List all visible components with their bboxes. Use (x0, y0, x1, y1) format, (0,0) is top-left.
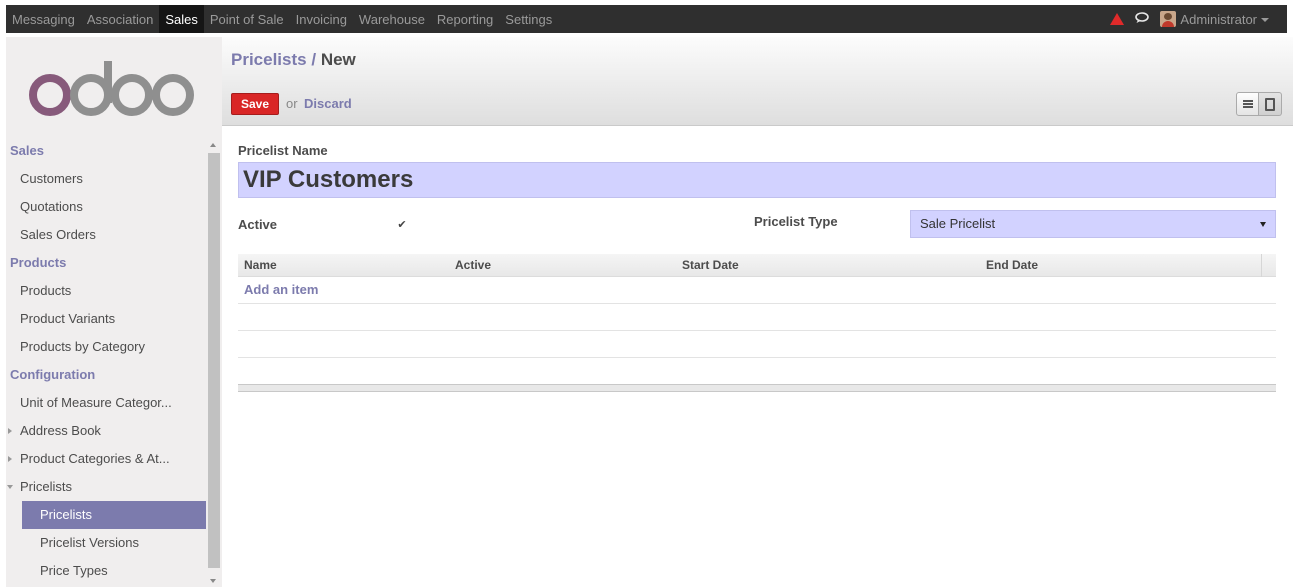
top-menu-invoicing[interactable]: Invoicing (290, 5, 353, 33)
control-panel: Pricelists / New Save or Discard (222, 37, 1293, 126)
sidebar-item-uom-categories[interactable]: Unit of Measure Categor... (6, 389, 206, 417)
user-avatar (1160, 11, 1177, 27)
sidebar-item-label: Pricelists (20, 479, 73, 494)
chat-bubble-svg (1135, 11, 1150, 23)
breadcrumb-current: New (320, 50, 356, 69)
breadcrumb: Pricelists / New (231, 50, 356, 70)
pricelist-type-label: Pricelist Type (754, 214, 838, 229)
scroll-up-arrow-icon[interactable] (210, 143, 216, 147)
sidebar-scrollbar-thumb[interactable] (208, 153, 220, 568)
table-header: Name Active Start Date End Date (238, 254, 1276, 277)
column-header-name[interactable]: Name (244, 254, 277, 276)
column-header-active[interactable]: Active (455, 254, 491, 276)
active-checkbox[interactable]: ✔ (397, 220, 407, 231)
active-label: Active (238, 217, 278, 232)
sidebar-item-pricelist-versions[interactable]: Pricelist Versions (6, 529, 206, 557)
or-text: or (286, 96, 298, 111)
top-bar-inner: Messaging Association Sales Point of Sal… (6, 5, 1287, 33)
sidebar-item-quotations[interactable]: Quotations (6, 193, 206, 221)
table-row (238, 331, 1276, 358)
view-switcher (1236, 92, 1282, 116)
user-name: Administrator (1180, 11, 1257, 27)
sidebar-item-address-book[interactable]: Address Book (6, 417, 206, 445)
caret-down-icon (1261, 18, 1269, 22)
sidebar-menu: Sales Customers Quotations Sales Orders … (6, 137, 206, 585)
sidebar-section-products: Products (10, 255, 67, 270)
pricelist-type-value: Sale Pricelist (920, 216, 996, 231)
sidebar-item-pricelists-group[interactable]: Pricelists (6, 473, 206, 501)
top-menu-warehouse[interactable]: Warehouse (353, 5, 431, 33)
column-divider (1261, 254, 1262, 277)
sidebar-item-products[interactable]: Products (6, 277, 206, 305)
sidebar-item-product-categories[interactable]: Product Categories & At... (6, 445, 206, 473)
top-menu-point-of-sale[interactable]: Point of Sale (204, 5, 290, 33)
pricelist-form: Pricelist Name VIP Customers Active ✔ Pr… (222, 126, 1293, 587)
versions-table: Name Active Start Date End Date Add an i… (238, 254, 1276, 392)
add-item-link[interactable]: Add an item (244, 282, 318, 297)
dropdown-arrow-icon (1260, 222, 1266, 227)
sidebar-item-customers[interactable]: Customers (6, 165, 206, 193)
top-menu-reporting[interactable]: Reporting (431, 5, 499, 33)
breadcrumb-separator: / (311, 50, 317, 69)
column-header-end-date[interactable]: End Date (986, 254, 1038, 276)
breadcrumb-parent-link[interactable]: Pricelists (231, 50, 307, 69)
top-right-area: Administrator (1110, 5, 1287, 33)
collapse-arrow-icon (7, 485, 13, 489)
sidebar-section-sales: Sales (10, 143, 44, 158)
form-view-button[interactable] (1259, 92, 1282, 116)
discard-link[interactable]: Discard (304, 96, 352, 111)
pricelist-type-select[interactable]: Sale Pricelist (910, 210, 1276, 238)
expand-arrow-icon (8, 456, 12, 462)
sidebar-item-pricelists[interactable]: Pricelists (22, 501, 206, 529)
top-menu: Messaging Association Sales Point of Sal… (6, 5, 558, 33)
save-button[interactable]: Save (231, 93, 279, 115)
column-header-start-date[interactable]: Start Date (682, 254, 739, 276)
table-row (238, 304, 1276, 331)
top-menu-sales[interactable]: Sales (159, 5, 204, 33)
sidebar-item-sales-orders[interactable]: Sales Orders (6, 221, 206, 249)
sidebar-section-configuration: Configuration (10, 367, 96, 382)
table-row: Add an item (238, 277, 1276, 304)
user-menu[interactable]: Administrator (1160, 11, 1269, 27)
sidebar-item-price-types[interactable]: Price Types (6, 557, 206, 585)
sidebar-item-products-by-category[interactable]: Products by Category (6, 333, 206, 361)
sidebar: odoo Sales Customers Quotations Sales Or… (6, 37, 222, 587)
table-footer (238, 384, 1276, 392)
top-menu-messaging[interactable]: Messaging (6, 5, 81, 33)
sidebar-item-product-variants[interactable]: Product Variants (6, 305, 206, 333)
top-menu-settings[interactable]: Settings (499, 5, 558, 33)
odoo-logo: odoo (29, 61, 194, 116)
pricelist-name-label: Pricelist Name (238, 143, 328, 158)
list-view-icon (1242, 100, 1253, 108)
chat-icon[interactable] (1134, 11, 1150, 27)
sidebar-item-label: Product Categories & At... (20, 451, 170, 466)
sidebar-item-label: Address Book (20, 423, 101, 438)
pricelist-name-input[interactable]: VIP Customers (238, 162, 1276, 198)
scroll-down-arrow-icon[interactable] (210, 579, 216, 583)
warning-icon[interactable] (1110, 13, 1125, 25)
list-view-button[interactable] (1236, 92, 1259, 116)
expand-arrow-icon (8, 428, 12, 434)
form-view-icon (1265, 97, 1275, 111)
top-menu-association[interactable]: Association (81, 5, 159, 33)
top-bar: Messaging Association Sales Point of Sal… (0, 0, 1293, 37)
